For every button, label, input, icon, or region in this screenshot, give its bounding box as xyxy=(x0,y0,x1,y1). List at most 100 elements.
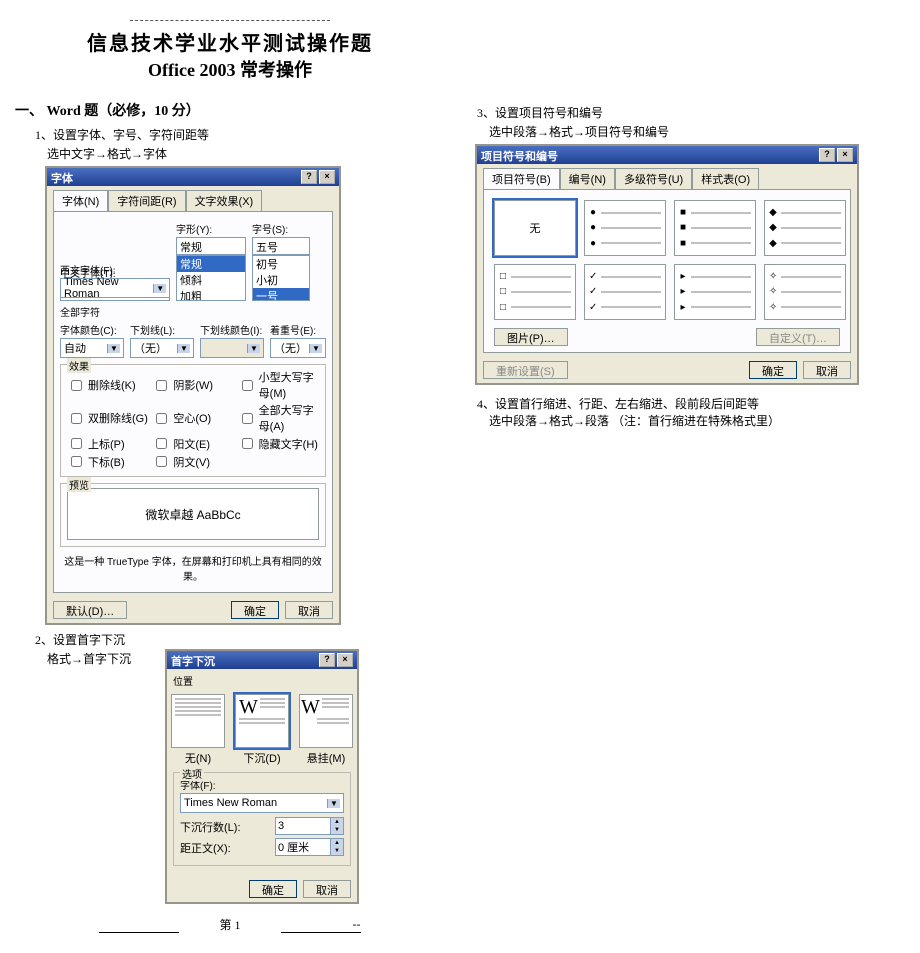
dropcap-titlebar: 首字下沉 ? × xyxy=(167,651,357,669)
dc-lines-spin[interactable]: ▲▼ xyxy=(275,817,344,835)
en-font-combo[interactable]: Times New Roman▼ xyxy=(60,278,170,298)
bullet-opt-none[interactable]: 无 xyxy=(494,200,576,256)
bullet-opt[interactable]: ●●● xyxy=(584,200,666,256)
up-icon[interactable]: ▲ xyxy=(330,839,343,847)
chk-hidden[interactable]: 隐藏文字(H) xyxy=(238,435,319,452)
preview-box: 微软卓越 AaBbCc xyxy=(67,488,319,540)
up-icon[interactable]: ▲ xyxy=(330,818,343,826)
item-3: 3、设置项目符号和编号 xyxy=(477,104,905,121)
bullet-opt[interactable]: ◆◆◆ xyxy=(764,200,846,256)
bullets-tabs: 项目符号(B) 编号(N) 多级符号(U) 样式表(O) xyxy=(483,168,851,189)
item-4: 4、设置首行缩进、行距、左右缩进、段前段后间距等 xyxy=(477,395,905,412)
close-button[interactable]: × xyxy=(337,653,353,667)
dc-lines-label: 下沉行数(L): xyxy=(180,819,241,835)
size-opt[interactable]: 小初 xyxy=(253,272,309,288)
size-opt[interactable]: 一号 xyxy=(253,288,309,301)
dc-opt-margin[interactable]: W 悬挂(M) xyxy=(299,694,353,766)
bullet-opt[interactable]: ■■■ xyxy=(674,200,756,256)
down-icon[interactable]: ▼ xyxy=(330,826,343,834)
style-label: 字形(Y): xyxy=(176,221,246,236)
chk-emboss[interactable]: 阳文(E) xyxy=(152,435,233,452)
help-button[interactable]: ? xyxy=(819,148,835,162)
dc-options-group: 选项 字体(F): Times New Roman▼ 下沉行数(L): ▲▼ 距… xyxy=(173,772,351,866)
font-hint: 这是一种 TrueType 字体，在屏幕和打印机上具有相同的效果。 xyxy=(60,553,326,583)
cancel-button[interactable]: 取消 xyxy=(803,361,851,379)
size-list[interactable]: 初号 小初 一号 三号 四号 xyxy=(252,255,310,301)
preview-label: 预览 xyxy=(67,477,91,492)
style-opt[interactable]: 常规 xyxy=(177,256,245,272)
item-1-path: 选中文字→格式→字体 xyxy=(47,145,445,162)
bullets-title: 项目符号和编号 xyxy=(481,148,558,162)
ok-button[interactable]: 确定 xyxy=(231,601,279,619)
chk-sub[interactable]: 下标(B) xyxy=(67,453,148,470)
bullet-opt[interactable]: ▸▸▸ xyxy=(674,264,756,320)
font-dialog-title: 字体 xyxy=(51,170,73,184)
chevron-down-icon: ▼ xyxy=(247,344,260,353)
style-input[interactable]: 常规 xyxy=(176,237,246,255)
close-button[interactable]: × xyxy=(837,148,853,162)
underline-combo[interactable]: （无）▼ xyxy=(130,338,194,358)
tab-font[interactable]: 字体(N) xyxy=(53,190,108,211)
cancel-button[interactable]: 取消 xyxy=(285,601,333,619)
chk-shadow[interactable]: 阴影(W) xyxy=(152,369,233,401)
chk-outline[interactable]: 空心(O) xyxy=(152,402,233,434)
tab-bullets[interactable]: 项目符号(B) xyxy=(483,168,560,189)
bullet-opt[interactable]: ✧✧✧ xyxy=(764,264,846,320)
tab-multilevel[interactable]: 多级符号(U) xyxy=(615,168,692,189)
chk-engrave[interactable]: 阴文(V) xyxy=(152,453,233,470)
dc-font-combo[interactable]: Times New Roman▼ xyxy=(180,793,344,813)
dc-options-label: 选项 xyxy=(180,766,204,781)
style-opt[interactable]: 倾斜 xyxy=(177,272,245,288)
bullets-dialog: 项目符号和编号 ? × 项目符号(B) 编号(N) 多级符号(U) 样式表(O)… xyxy=(475,144,859,385)
reset-button[interactable]: 重新设置(S) xyxy=(483,361,568,379)
ok-button[interactable]: 确定 xyxy=(249,880,297,898)
size-label: 字号(S): xyxy=(252,221,310,236)
dc-opt-drop[interactable]: W 下沉(D) xyxy=(235,694,289,766)
down-icon[interactable]: ▼ xyxy=(330,847,343,855)
bullet-opt[interactable]: □□□ xyxy=(494,264,576,320)
style-opt[interactable]: 加粗 xyxy=(177,288,245,301)
tab-numbers[interactable]: 编号(N) xyxy=(560,168,615,189)
emphasis-label: 着重号(E): xyxy=(270,322,326,337)
dropcap-title: 首字下沉 xyxy=(171,653,215,667)
chk-super[interactable]: 上标(P) xyxy=(67,435,148,452)
dc-dist-label: 距正文(X): xyxy=(180,840,231,856)
underline-label: 下划线(L): xyxy=(130,322,194,337)
tab-texteffect[interactable]: 文字效果(X) xyxy=(186,190,263,211)
preview-group: 预览 微软卓越 AaBbCc xyxy=(60,483,326,547)
chk-allcaps[interactable]: 全部大写字母(A) xyxy=(238,402,319,434)
dc-lines-input[interactable] xyxy=(276,818,330,834)
item-4-path: 选中段落→格式→段落 （注：首行缩进在特殊格式里） xyxy=(489,412,905,429)
chevron-down-icon: ▼ xyxy=(327,799,340,808)
ulcolor-combo[interactable]: ▼ xyxy=(200,338,264,358)
tab-spacing[interactable]: 字符间距(R) xyxy=(108,190,185,211)
size-opt[interactable]: 初号 xyxy=(253,256,309,272)
chk-dstrike[interactable]: 双删除线(G) xyxy=(67,402,148,434)
help-button[interactable]: ? xyxy=(319,653,335,667)
dropcap-dialog: 首字下沉 ? × 位置 无(N) W 下沉(D) xyxy=(165,649,359,904)
bullet-opt[interactable]: ✓✓✓ xyxy=(584,264,666,320)
size-input[interactable]: 五号 xyxy=(252,237,310,255)
item-3-path: 选中段落→格式→项目符号和编号 xyxy=(489,123,905,140)
decor-dotline xyxy=(130,20,330,21)
customize-button[interactable]: 自定义(T)… xyxy=(756,328,840,346)
dc-opt-none[interactable]: 无(N) xyxy=(171,694,225,766)
ok-button[interactable]: 确定 xyxy=(749,361,797,379)
color-combo[interactable]: 自动▼ xyxy=(60,338,124,358)
tab-liststyle[interactable]: 样式表(O) xyxy=(692,168,759,189)
emphasis-combo[interactable]: （无）▼ xyxy=(270,338,326,358)
dc-dist-spin[interactable]: ▲▼ xyxy=(275,838,344,856)
default-button[interactable]: 默认(D)… xyxy=(53,601,127,619)
chk-strike[interactable]: 删除线(K) xyxy=(67,369,148,401)
picture-button[interactable]: 图片(P)… xyxy=(494,328,568,346)
close-button[interactable]: × xyxy=(319,170,335,184)
font-dialog-tabs: 字体(N) 字符间距(R) 文字效果(X) xyxy=(53,190,333,211)
style-list[interactable]: 常规 倾斜 加粗 加粗 倾斜 xyxy=(176,255,246,301)
dc-dist-input[interactable] xyxy=(276,839,330,855)
cancel-button[interactable]: 取消 xyxy=(303,880,351,898)
color-label: 字体颜色(C): xyxy=(60,322,124,337)
font-dialog: 字体 ? × 字体(N) 字符间距(R) 文字效果(X) 中文字体(T): 宋 xyxy=(45,166,341,625)
chk-smallcaps[interactable]: 小型大写字母(M) xyxy=(238,369,319,401)
help-button[interactable]: ? xyxy=(301,170,317,184)
en-font-label: 西文字体(F): xyxy=(60,262,170,277)
